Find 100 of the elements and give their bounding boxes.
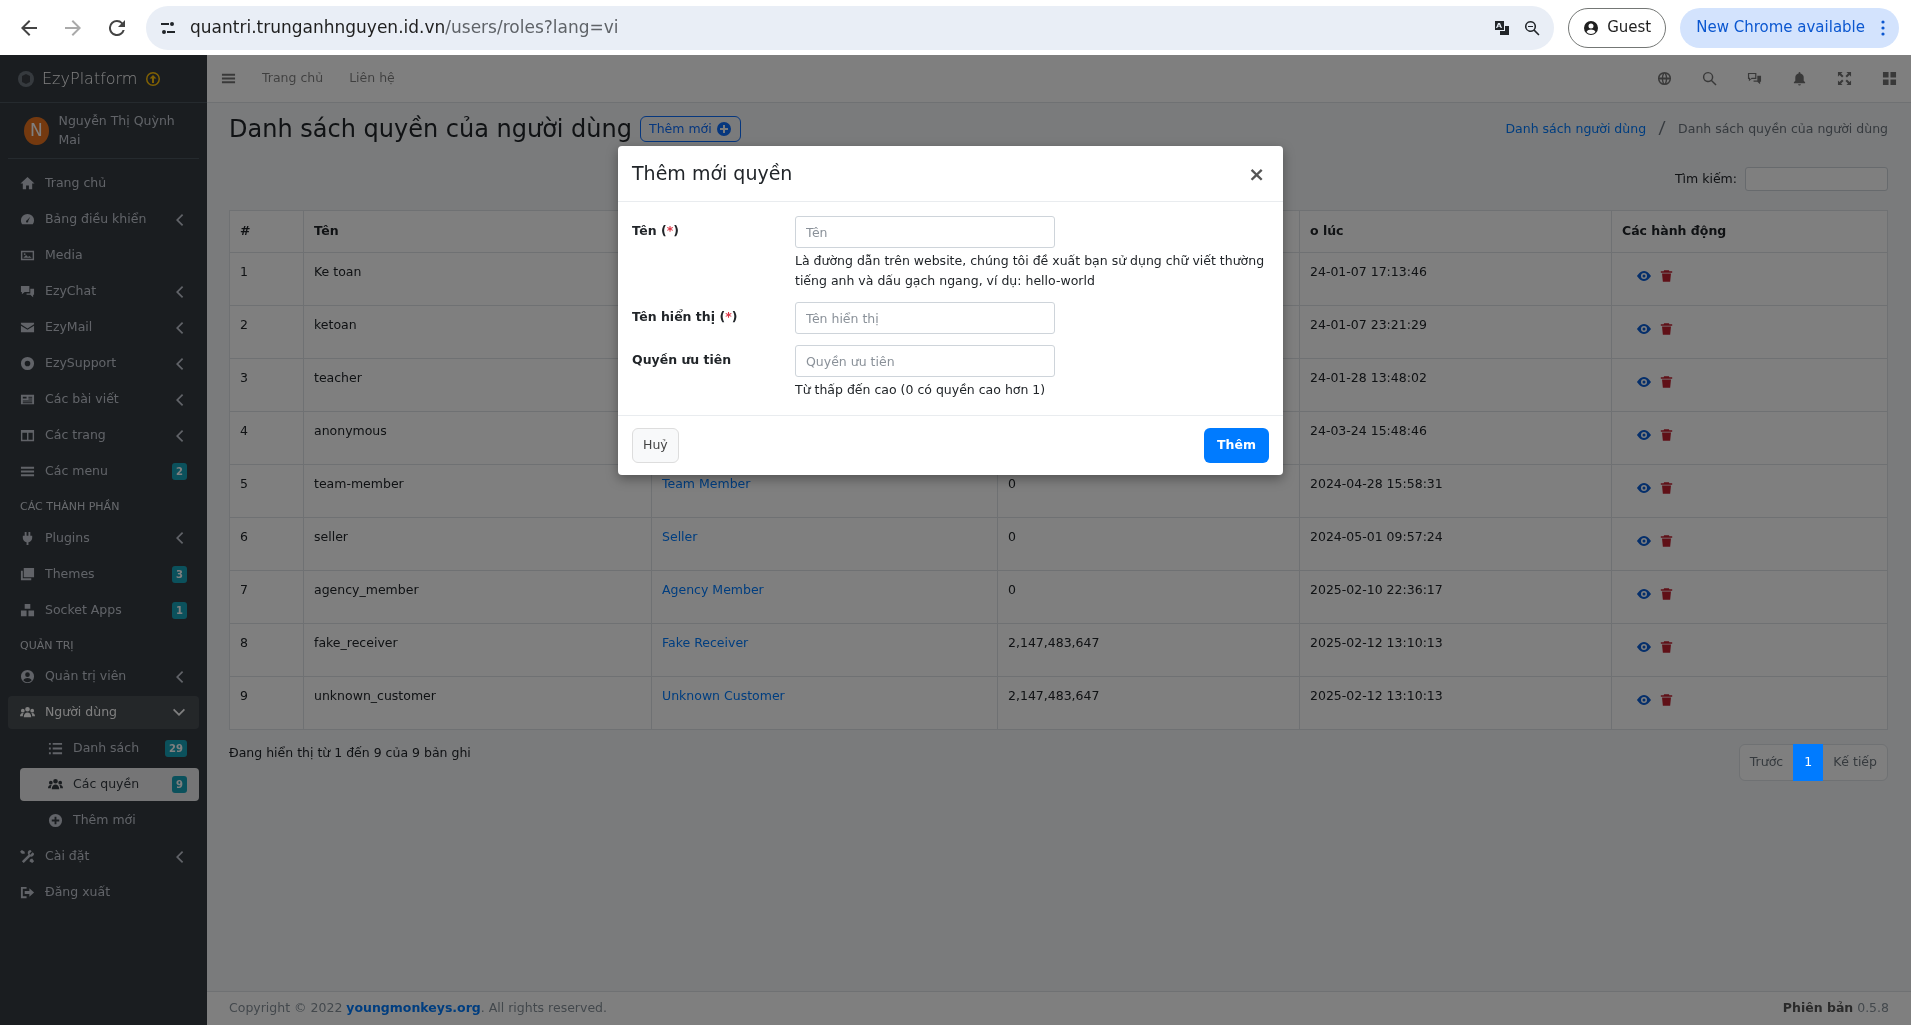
- sidebar-item[interactable]: Thêm mới: [20, 804, 199, 837]
- help-text: Là đường dẫn trên website, chúng tôi đề xuất bạn sử dụng chữ viết thường tiếng anh và dấu gạch ngang, ví dụ: hello-world: [795, 252, 1266, 290]
- add-button[interactable]: Thêm mới: [640, 115, 741, 143]
- table-cell: 24-01-28 13:48:02: [1299, 358, 1612, 412]
- trash-icon[interactable]: [1660, 692, 1673, 708]
- forward-arrow-icon: [65, 19, 81, 36]
- sidebar-item[interactable]: Bảng điều khiển: [8, 203, 199, 236]
- close-button[interactable]: ×: [1244, 163, 1269, 184]
- trash-icon[interactable]: [1660, 268, 1673, 284]
- up-arrow-icon: [145, 70, 162, 87]
- newspaper-icon: [20, 392, 35, 407]
- view-icon[interactable]: [1636, 639, 1652, 655]
- translate-icon[interactable]: [1494, 19, 1511, 36]
- logo-icon: [18, 70, 34, 87]
- profile-button[interactable]: Guest: [1568, 7, 1667, 48]
- role-link[interactable]: Unknown Customer: [662, 688, 785, 703]
- item-count: 9: [172, 776, 187, 793]
- page-link[interactable]: Kế tiếp: [1822, 744, 1888, 781]
- trash-icon[interactable]: [1660, 321, 1673, 337]
- breadcrumb-link[interactable]: Danh sách người dùng: [1505, 119, 1647, 139]
- input-field[interactable]: Quyền ưu tiên: [795, 345, 1055, 377]
- sidebar-item[interactable]: Cài đặt: [8, 840, 199, 873]
- sidebar-item[interactable]: Các bài viết: [8, 383, 199, 416]
- view-icon[interactable]: [1636, 692, 1652, 708]
- table-cell: 8: [229, 623, 304, 677]
- view-icon[interactable]: [1636, 427, 1652, 443]
- trash-icon[interactable]: [1660, 480, 1673, 496]
- sidebar-item[interactable]: Quản trị viên: [8, 660, 199, 693]
- table-cell: 2: [229, 305, 304, 359]
- item-count: 3: [172, 565, 187, 583]
- table-cell: 2025-02-10 22:36:17: [1299, 570, 1612, 624]
- column-header: o lúc: [1299, 210, 1612, 253]
- trash-icon[interactable]: [1660, 374, 1673, 390]
- table-cell: 5: [229, 464, 304, 518]
- nav-link[interactable]: Trang chủ: [262, 69, 324, 88]
- sidebar-item[interactable]: Trang chủ: [8, 167, 199, 200]
- trash-icon[interactable]: [1660, 427, 1673, 443]
- sidebar-item[interactable]: Các menu 2: [8, 455, 199, 488]
- table-cell: 2,147,483,647: [997, 676, 1300, 730]
- table-cell: 2025-02-12 13:10:13: [1299, 623, 1612, 677]
- field-label: Quyền ưu tiên: [632, 351, 733, 369]
- pages-icon: [20, 566, 35, 582]
- chat-icon: [20, 284, 35, 299]
- breadcrumb-current: Danh sách quyền của người dùng: [1678, 119, 1888, 138]
- footer-link[interactable]: youngmonkeys.org: [346, 1000, 481, 1016]
- plug-icon: [20, 530, 35, 546]
- version-text: Phiên bản 0.5.8: [1782, 999, 1889, 1018]
- sidebar-item[interactable]: Media: [8, 239, 199, 272]
- sidebar-item[interactable]: Các trang: [8, 419, 199, 452]
- user-name[interactable]: Nguyễn Thị Quỳnh Mai: [58, 111, 183, 150]
- reload-icon: [109, 19, 125, 36]
- field-label: Tên (*): [632, 222, 680, 240]
- item-count: 2: [172, 463, 187, 480]
- sidebar-item[interactable]: Đăng xuất: [8, 876, 199, 909]
- copyright-text: Copyright © 2022 youngmonkeys.org. All rights reserved.: [229, 999, 607, 1018]
- role-link[interactable]: Seller: [662, 529, 698, 544]
- cancel-button[interactable]: Huỷ: [632, 428, 679, 463]
- brand-name[interactable]: EzyPlatform: [42, 66, 138, 91]
- view-icon[interactable]: [1636, 268, 1652, 284]
- role-link[interactable]: Agency Member: [662, 582, 764, 597]
- sidebar-item[interactable]: Plugins: [8, 521, 199, 555]
- table-cell: fake_receiver: [303, 623, 652, 677]
- view-icon[interactable]: [1636, 374, 1652, 390]
- submit-button[interactable]: Thêm: [1204, 428, 1269, 463]
- view-icon[interactable]: [1636, 480, 1652, 496]
- sidebar-item[interactable]: EzySupport: [8, 347, 199, 380]
- table-cell: 2024-05-01 09:57:24: [1299, 517, 1612, 571]
- lifebuoy-icon: [20, 356, 35, 371]
- view-icon[interactable]: [1636, 586, 1652, 602]
- page-link[interactable]: Trước: [1738, 744, 1795, 781]
- help-text: Từ thấp đến cao (0 có quyền cao hơn 1): [795, 381, 1047, 399]
- trash-icon[interactable]: [1660, 533, 1673, 549]
- view-icon[interactable]: [1636, 321, 1652, 337]
- address-bar[interactable]: quantri.trunganhnguyen.id.vn/users/roles?lang=vi: [146, 5, 1555, 50]
- update-button[interactable]: New Chrome available: [1680, 7, 1899, 48]
- sidebar-item[interactable]: Các quyền 9: [20, 768, 199, 801]
- site-settings-icon: [160, 19, 176, 36]
- table-cell: 0: [997, 517, 1300, 571]
- trash-icon[interactable]: [1660, 586, 1673, 602]
- sidebar-item[interactable]: Danh sách 29: [20, 732, 199, 765]
- view-icon[interactable]: [1636, 533, 1652, 549]
- input-field[interactable]: Tên hiển thị: [795, 302, 1055, 334]
- search-field[interactable]: [1745, 167, 1888, 191]
- sidebar-item[interactable]: Themes 3: [8, 557, 199, 591]
- sidebar-item[interactable]: Socket Apps 1: [8, 593, 199, 627]
- table-cell: 2024-04-28 15:58:31: [1299, 464, 1612, 518]
- image-icon: [20, 248, 35, 263]
- nav-link[interactable]: Liên hệ: [349, 69, 395, 88]
- dialog-title: Thêm mới quyền: [632, 162, 793, 185]
- role-link[interactable]: Fake Receiver: [662, 635, 749, 650]
- trash-icon[interactable]: [1660, 639, 1673, 655]
- zoom-icon[interactable]: [1524, 19, 1541, 36]
- sidebar-item[interactable]: EzyChat: [8, 275, 199, 308]
- sidebar-item[interactable]: EzyMail: [8, 311, 199, 344]
- page-link[interactable]: 1: [1793, 744, 1824, 781]
- list-icon: [48, 741, 63, 756]
- role-link[interactable]: Team Member: [662, 476, 751, 491]
- records-info: Đang hiển thị từ 1 đến 9 của 9 bản ghi: [229, 744, 471, 762]
- cubes-icon: [20, 602, 35, 618]
- input-field[interactable]: Tên: [795, 216, 1055, 248]
